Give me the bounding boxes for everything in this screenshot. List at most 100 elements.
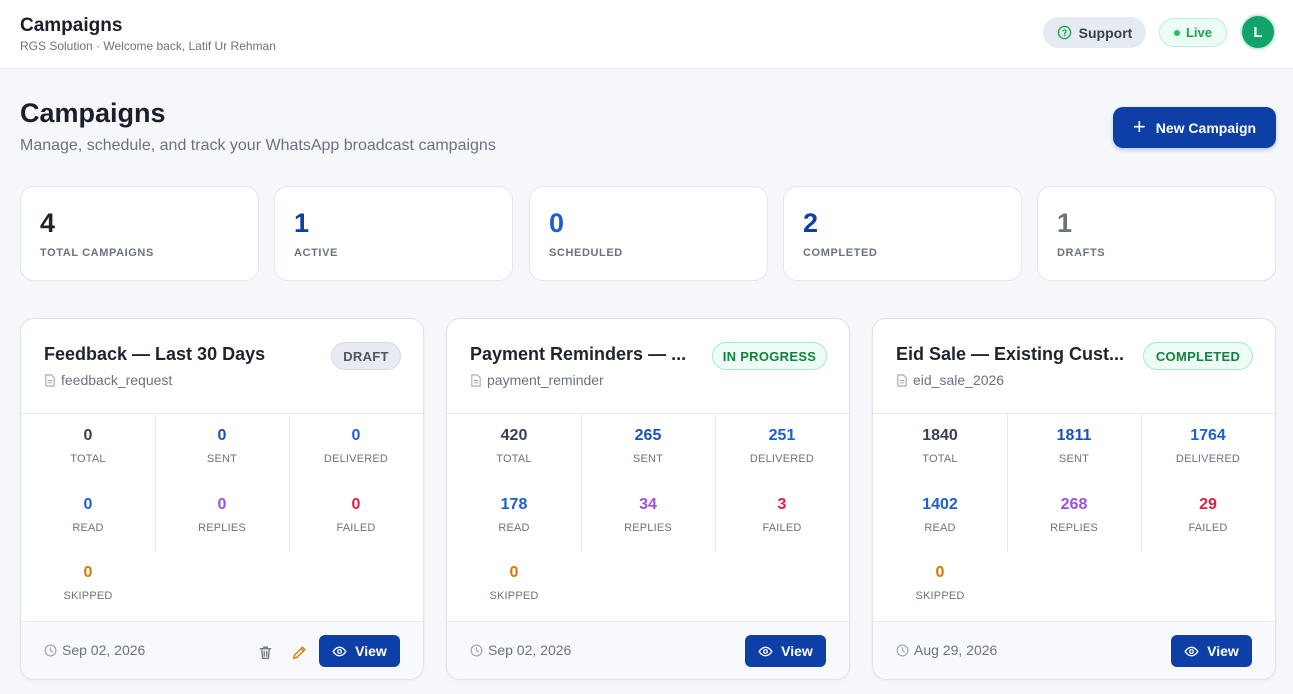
stat-card-total: 4 TOTAL CAMPAIGNS	[20, 186, 259, 281]
metric-value: 0	[217, 427, 227, 444]
metric-label: READ	[72, 522, 104, 534]
stat-card-scheduled: 0 SCHEDULED	[529, 186, 768, 281]
metric-label: SKIPPED	[63, 590, 113, 602]
divider	[581, 414, 582, 552]
metric-sent: 1811 SENT	[1007, 414, 1141, 483]
page-title: Campaigns	[20, 98, 166, 128]
card-header: Payment Reminders — ... IN PROGRESS paym…	[447, 319, 849, 414]
metric-label: SENT	[632, 453, 664, 465]
document-icon	[471, 373, 481, 387]
metric-sent: 265 SENT	[581, 414, 715, 483]
divider	[1007, 414, 1008, 552]
document-icon	[45, 373, 55, 387]
campaign-date: Sep 02, 2026	[44, 642, 145, 658]
metric-label: REPLIES	[1050, 522, 1098, 534]
template-name: feedback_request	[61, 372, 173, 388]
metric-value: 1840	[922, 427, 958, 444]
metric-total: 1840 TOTAL	[873, 414, 1007, 483]
metric-skipped: 0 SKIPPED	[447, 551, 581, 620]
stat-value: 2	[803, 208, 819, 238]
metric-failed: 0 FAILED	[289, 483, 423, 552]
delete-button[interactable]	[255, 642, 275, 662]
card-footer: Sep 02, 2026 View	[21, 621, 423, 679]
metric-total: 0 TOTAL	[21, 414, 155, 483]
metric-value: 178	[500, 496, 528, 513]
metric-value: 1811	[1056, 427, 1092, 444]
metric-label: FAILED	[762, 522, 802, 534]
metric-read: 178 READ	[447, 483, 581, 552]
metric-value: 0	[83, 496, 93, 513]
divider	[715, 414, 716, 552]
metric-value: 0	[351, 496, 361, 513]
campaign-template: eid_sale_2026	[896, 372, 1004, 388]
metric-label: SENT	[1058, 453, 1090, 465]
eye-icon	[758, 646, 773, 656]
view-button[interactable]: View	[319, 635, 400, 667]
metric-label: DELIVERED	[749, 453, 815, 465]
support-button[interactable]: Support	[1043, 17, 1146, 48]
support-label: Support	[1078, 24, 1133, 41]
metric-failed: 29 FAILED	[1141, 483, 1275, 552]
metric-skipped: 0 SKIPPED	[873, 551, 1007, 620]
page-subtitle: Manage, schedule, and track your WhatsAp…	[20, 137, 496, 154]
new-campaign-button[interactable]: + New Campaign	[1113, 107, 1276, 148]
metric-value: 0	[509, 564, 519, 581]
date-text: Sep 02, 2026	[62, 642, 146, 658]
metric-label: SENT	[206, 453, 238, 465]
status-badge: COMPLETED	[1143, 342, 1253, 370]
metric-value: 265	[634, 427, 662, 444]
metric-label: SKIPPED	[915, 590, 965, 602]
divider	[1141, 414, 1142, 552]
view-button[interactable]: View	[1171, 635, 1252, 667]
metric-label: TOTAL	[70, 453, 106, 465]
new-campaign-label: New Campaign	[1155, 119, 1257, 136]
metric-failed: 3 FAILED	[715, 483, 849, 552]
date-text: Aug 29, 2026	[914, 642, 998, 658]
stat-value: 1	[294, 208, 310, 238]
live-dot-icon	[1173, 29, 1180, 36]
live-status-badge: Live	[1159, 18, 1227, 47]
user-avatar[interactable]: L	[1240, 14, 1276, 50]
metric-label: REPLIES	[198, 522, 246, 534]
metric-sent: 0 SENT	[155, 414, 289, 483]
metric-label: TOTAL	[496, 453, 532, 465]
stat-label: TOTAL CAMPAIGNS	[40, 247, 154, 259]
date-text: Sep 02, 2026	[488, 642, 572, 658]
status-badge: IN PROGRESS	[712, 342, 827, 370]
metric-label: FAILED	[1188, 522, 1228, 534]
metric-label: READ	[498, 522, 530, 534]
campaign-template: payment_reminder	[470, 372, 604, 388]
edit-button[interactable]	[289, 642, 309, 662]
divider	[155, 414, 156, 552]
metric-read: 0 READ	[21, 483, 155, 552]
top-bar: Campaigns RGS Solution · Welcome back, L…	[0, 0, 1293, 69]
view-button[interactable]: View	[745, 635, 826, 667]
metric-value: 29	[1199, 496, 1217, 513]
template-name: payment_reminder	[487, 372, 604, 388]
campaign-card: Eid Sale — Existing Cust... COMPLETED ei…	[872, 318, 1276, 680]
stat-card-active: 1 ACTIVE	[274, 186, 513, 281]
metric-label: DELIVERED	[1175, 453, 1241, 465]
metric-value: 1764	[1190, 427, 1226, 444]
campaign-date: Sep 02, 2026	[470, 642, 571, 658]
app-subtitle: RGS Solution · Welcome back, Latif Ur Re…	[20, 39, 276, 53]
campaign-name: Feedback — Last 30 Days	[44, 344, 266, 364]
stat-label: COMPLETED	[803, 247, 878, 259]
view-label: View	[1207, 643, 1239, 659]
metric-value: 0	[935, 564, 945, 581]
metric-label: DELIVERED	[323, 453, 389, 465]
divider	[289, 414, 290, 552]
metric-delivered: 1764 DELIVERED	[1141, 414, 1275, 483]
card-footer: Aug 29, 2026 View	[873, 621, 1275, 679]
campaign-template: feedback_request	[44, 372, 172, 388]
eye-icon	[332, 646, 347, 656]
metric-read: 1402 READ	[873, 483, 1007, 552]
metric-delivered: 0 DELIVERED	[289, 414, 423, 483]
metric-value: 251	[768, 427, 796, 444]
stat-label: SCHEDULED	[549, 247, 623, 259]
card-header: Eid Sale — Existing Cust... COMPLETED ei…	[873, 319, 1275, 414]
metric-value: 1402	[922, 496, 958, 513]
metric-value: 0	[83, 427, 93, 444]
eye-icon	[1184, 646, 1199, 656]
campaign-name: Eid Sale — Existing Cust...	[896, 344, 1125, 364]
